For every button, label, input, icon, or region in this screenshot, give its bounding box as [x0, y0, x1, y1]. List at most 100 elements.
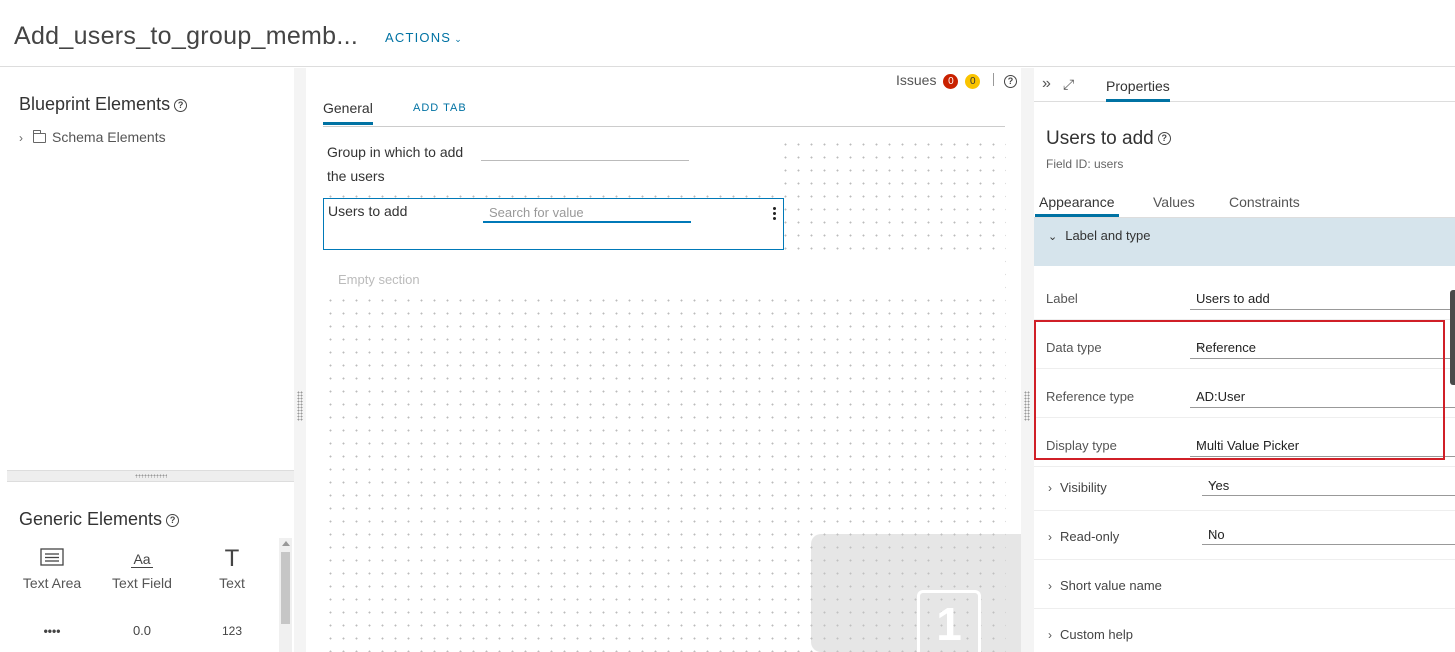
generic-element-text-field[interactable]: Aa Text Field [97, 548, 187, 591]
generic-element-integer[interactable]: 123 [187, 620, 277, 642]
generic-element-text[interactable]: T Text [187, 547, 277, 592]
error-count-badge[interactable]: 0 [943, 74, 959, 89]
chevron-right-icon[interactable]: › [19, 131, 23, 145]
blueprint-elements-label: Blueprint Elements [19, 94, 171, 114]
tree-item-schema-elements[interactable]: › Schema Elements [19, 129, 166, 145]
selected-field-label: Users to add [1046, 128, 1154, 149]
prop-key: Label [1046, 291, 1078, 306]
kebab-menu-icon[interactable] [771, 206, 777, 224]
field-id: Field ID: users [1046, 157, 1124, 171]
text-icon: T [187, 547, 277, 571]
section-label-and-type[interactable]: ⌄ Label and type [1034, 218, 1455, 266]
chevron-right-icon: › [1048, 481, 1052, 495]
generic-element-label: Text Field [112, 575, 172, 591]
prop-value: AD:User [1196, 389, 1246, 404]
scrollbar-thumb[interactable] [281, 552, 290, 624]
warning-count-badge[interactable]: 0 [965, 74, 981, 89]
chevron-down-icon: ⌄ [1196, 340, 1205, 351]
password-icon: •••• [7, 620, 97, 642]
read-only-select[interactable]: No ⌄ [1202, 521, 1455, 545]
generic-elements-title: Generic Elements? [19, 509, 180, 530]
display-type-select[interactable]: Multi Value Picker ⌄ [1190, 433, 1455, 457]
text-area-icon [7, 548, 97, 570]
help-icon[interactable]: ? [1004, 74, 1018, 88]
text-field-icon: Aa [97, 548, 187, 570]
scroll-up-arrow-icon[interactable] [282, 541, 290, 546]
grip-icon [135, 474, 167, 478]
expand-row-label: › Short value name [1048, 578, 1162, 593]
label-input[interactable]: Users to add [1190, 286, 1455, 310]
page-header: Add_users_to_group_memb... ACTIONS ⌄ [0, 0, 1455, 67]
left-panel: Blueprint Elements? › Schema Elements Gen… [7, 68, 294, 652]
generic-element-decimal[interactable]: 0.0 [97, 620, 187, 642]
help-icon[interactable]: ? [174, 98, 188, 112]
tab-properties[interactable]: Properties [1106, 78, 1170, 102]
decimal-glyph: 0.0 [132, 623, 152, 638]
tab-general[interactable]: General [323, 100, 373, 125]
side-drawer-handle[interactable] [1450, 290, 1455, 385]
chevron-down-icon: ⌄ [1196, 438, 1205, 449]
integer-icon: 123 [187, 620, 277, 642]
left-panel-resize-handle[interactable] [294, 68, 306, 652]
actions-label: ACTIONS [385, 30, 452, 45]
expand-row-title: Short value name [1060, 578, 1162, 593]
prop-row-data-type: Data type Reference ⌄ [1034, 320, 1455, 369]
empty-section[interactable]: Empty section [323, 258, 1005, 292]
section-label: ⌄ Label and type [1048, 228, 1151, 243]
data-type-select[interactable]: Reference ⌄ [1190, 335, 1455, 359]
expand-icon[interactable]: ⤢ [1063, 76, 1074, 92]
right-panel-resize-handle[interactable] [1021, 68, 1034, 652]
horizontal-splitter[interactable] [7, 470, 294, 482]
form-field-group[interactable]: Group in which to add the users [323, 138, 783, 188]
chevron-right-icon: › [1048, 628, 1052, 642]
grip-icon [1024, 391, 1030, 421]
prop-key: Reference type [1046, 389, 1135, 404]
blueprint-elements-title: Blueprint Elements? [19, 94, 188, 115]
expand-row-read-only[interactable]: › Read-only No ⌄ [1034, 511, 1455, 560]
help-icon[interactable]: ? [1157, 132, 1171, 146]
expand-row-short-value-name[interactable]: › Short value name [1034, 560, 1455, 609]
chevron-down-icon: ⌄ [1208, 477, 1217, 488]
reference-type-input[interactable]: AD:User [1190, 384, 1455, 408]
section-title: Label and type [1065, 228, 1151, 243]
properties-subtabs: Appearance Values Constraints [1034, 192, 1455, 218]
expand-row-label: › Read-only [1048, 529, 1119, 544]
add-tab-button[interactable]: ADD TAB [413, 102, 467, 114]
expand-row-title: Custom help [1060, 627, 1133, 642]
generic-element-password[interactable]: •••• [7, 620, 97, 642]
tree-item-label: Schema Elements [52, 129, 166, 145]
chevron-down-icon: ⌄ [1048, 231, 1058, 243]
expand-row-title: Visibility [1060, 480, 1107, 495]
selected-field-title: Users to add? [1046, 128, 1171, 150]
collapse-panel-icon[interactable]: » [1042, 76, 1051, 92]
canvas-tabbar: General ADD TAB [323, 100, 1005, 127]
prop-key: Data type [1046, 340, 1102, 355]
tab-constraints[interactable]: Constraints [1229, 194, 1300, 214]
tab-appearance[interactable]: Appearance [1035, 194, 1119, 217]
expand-row-title: Read-only [1060, 529, 1120, 544]
expand-row-visibility[interactable]: › Visibility Yes ⌄ [1034, 462, 1455, 511]
page-title: Add_users_to_group_memb... [14, 22, 359, 50]
properties-panel: » ⤢ Properties Users to add? Field ID: u… [1034, 68, 1455, 652]
prop-value: Users to add [1196, 291, 1270, 306]
field-label: Group in which to add the users [327, 144, 464, 184]
generic-elements-label: Generic Elements [19, 509, 163, 529]
field-input-line[interactable] [481, 160, 689, 161]
actions-menu-button[interactable]: ACTIONS ⌄ [385, 30, 463, 45]
form-field-users-selected[interactable]: Users to add [323, 198, 784, 250]
search-input[interactable] [483, 203, 691, 223]
issues-label: Issues [896, 72, 937, 88]
expand-row-custom-help[interactable]: › Custom help [1034, 609, 1455, 652]
visibility-select[interactable]: Yes ⌄ [1202, 472, 1455, 496]
generic-element-text-area[interactable]: Text Area [7, 548, 97, 591]
tab-values[interactable]: Values [1153, 194, 1195, 214]
generic-elements-scrollbar[interactable] [279, 538, 292, 652]
help-icon[interactable]: ? [166, 513, 180, 527]
expand-row-label: › Visibility [1048, 480, 1107, 495]
prop-row-label: Label Users to add [1034, 271, 1455, 320]
properties-header: » ⤢ Properties [1034, 68, 1455, 102]
empty-section-label: Empty section [338, 272, 420, 287]
issues-indicator[interactable]: Issues 0 0 ? [896, 72, 1018, 89]
grip-icon [297, 391, 303, 421]
text-field-glyph: Aa [131, 551, 153, 568]
